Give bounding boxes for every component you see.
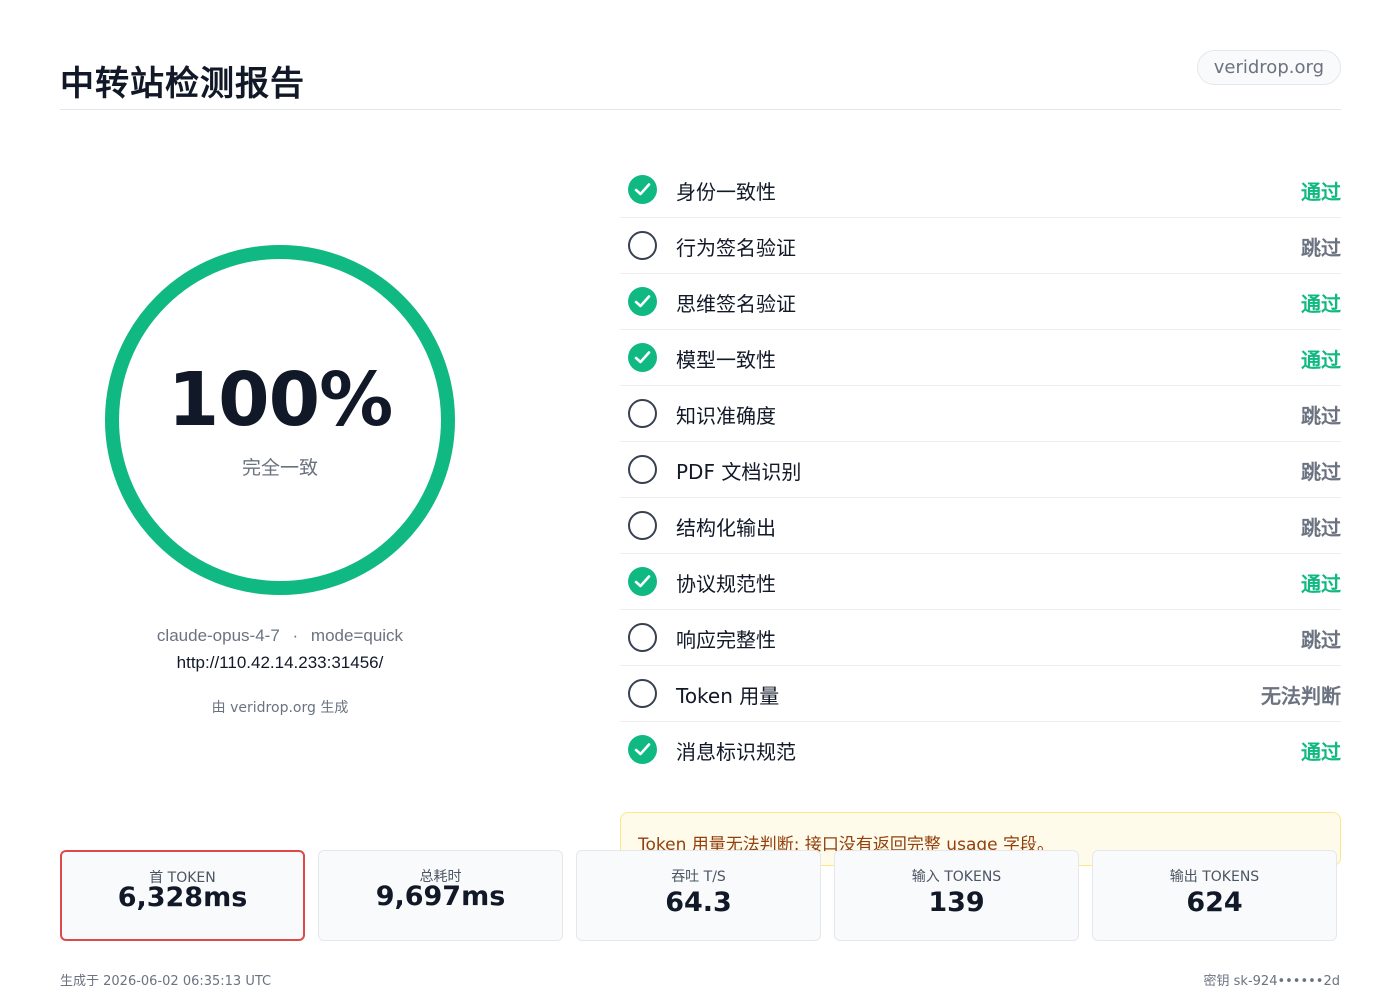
empty-circle-icon — [628, 623, 657, 652]
mode-value: mode=quick — [310, 626, 404, 645]
check-status: 无法判断 — [1261, 684, 1341, 708]
check-name: Token 用量 — [676, 684, 780, 708]
check-row: 响应完整性 跳过 — [620, 610, 1341, 666]
check-circle-icon — [628, 735, 657, 764]
check-name: 身份一致性 — [676, 180, 776, 204]
check-row: 协议规范性 通过 — [620, 554, 1341, 610]
api-key: 密钥 sk-924••••••2d — [1203, 974, 1340, 989]
stat-value: 139 — [928, 887, 985, 918]
check-name: 结构化输出 — [676, 516, 776, 540]
check-status: 通过 — [1301, 348, 1341, 372]
check-row: 结构化输出 跳过 — [620, 498, 1341, 554]
check-name: PDF 文档识别 — [676, 460, 802, 484]
report-header: 中转站检测报告 veridrop.org — [60, 50, 1341, 110]
check-status: 通过 — [1301, 572, 1341, 596]
check-circle-icon — [628, 287, 657, 316]
check-row: 知识准确度 跳过 — [620, 386, 1341, 442]
check-name: 思维签名验证 — [676, 292, 796, 316]
empty-circle-icon — [628, 511, 657, 540]
generated-at: 生成于 2026-06-02 06:35:13 UTC — [60, 974, 272, 989]
check-row: 身份一致性 通过 — [620, 162, 1341, 218]
domain-badge[interactable]: veridrop.org — [1196, 50, 1341, 85]
check-row: PDF 文档识别 跳过 — [620, 442, 1341, 498]
stat-value: 6,328ms — [117, 882, 248, 913]
check-status: 跳过 — [1301, 516, 1341, 540]
generated-by: 由 veridrop.org 生成 — [211, 700, 349, 716]
empty-circle-icon — [628, 399, 657, 428]
check-row: 行为签名验证 跳过 — [620, 218, 1341, 274]
check-name: 行为签名验证 — [676, 236, 796, 260]
stat-label: 输入 TOKENS — [911, 869, 1002, 885]
stats-row: 首 TOKEN 6,328ms 总耗时 9,697ms 吞吐 T/S 64.3 输入 TOK… — [60, 850, 1340, 941]
check-name: 消息标识规范 — [676, 740, 796, 764]
page-title: 中转站检测报告 — [60, 64, 305, 104]
stat-card: 输出 TOKENS 624 — [1092, 850, 1337, 941]
check-name: 响应完整性 — [676, 628, 776, 652]
check-row: 思维签名验证 通过 — [620, 274, 1341, 330]
score-ring: 100% 完全一致 — [105, 245, 455, 595]
check-status: 跳过 — [1301, 628, 1341, 652]
check-row: Token 用量 无法判断 — [620, 666, 1341, 722]
check-name: 模型一致性 — [676, 348, 776, 372]
stat-value: 624 — [1186, 887, 1243, 918]
score-panel: 100% 完全一致 claude-opus-4-7 · mode=quick h… — [60, 130, 500, 750]
stat-label: 输出 TOKENS — [1169, 869, 1260, 885]
stat-value: 64.3 — [665, 887, 732, 918]
check-status: 通过 — [1301, 180, 1341, 204]
check-status: 通过 — [1301, 292, 1341, 316]
check-row: 模型一致性 通过 — [620, 330, 1341, 386]
stat-card: 首 TOKEN 6,328ms — [60, 850, 305, 941]
check-status: 通过 — [1301, 740, 1341, 764]
check-status: 跳过 — [1301, 404, 1341, 428]
model-meta: claude-opus-4-7 · mode=quick — [60, 626, 500, 646]
stat-card: 吞吐 T/S 64.3 — [576, 850, 821, 941]
check-status: 跳过 — [1301, 236, 1341, 260]
empty-circle-icon — [628, 455, 657, 484]
score-label: 完全一致 — [241, 457, 318, 479]
check-row: 消息标识规范 通过 — [620, 722, 1341, 778]
stat-card: 输入 TOKENS 139 — [834, 850, 1079, 941]
check-status: 跳过 — [1301, 460, 1341, 484]
meta-separator: · — [292, 626, 299, 645]
check-name: 知识准确度 — [676, 404, 776, 428]
empty-circle-icon — [628, 231, 657, 260]
empty-circle-icon — [628, 679, 657, 708]
stat-label: 吞吐 T/S — [671, 869, 726, 885]
check-circle-icon — [628, 175, 657, 204]
check-circle-icon — [628, 567, 657, 596]
model-name: claude-opus-4-7 — [156, 626, 280, 645]
score-value: 100% — [167, 357, 394, 443]
check-list: 身份一致性 通过 行为签名验证 跳过 思维签名验证 通过 模型一致性 通过 知识准确度 跳过 PDF… — [620, 162, 1341, 778]
stat-value: 9,697ms — [375, 881, 506, 912]
endpoint-url: http://110.42.14.233:31456/ — [176, 653, 384, 672]
check-name: 协议规范性 — [676, 572, 776, 596]
stat-card: 总耗时 9,697ms — [318, 850, 563, 941]
check-circle-icon — [628, 343, 657, 372]
